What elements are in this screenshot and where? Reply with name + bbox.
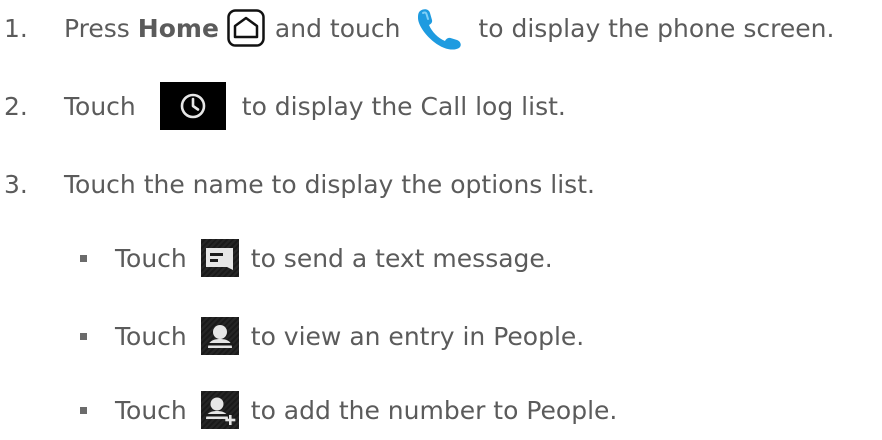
text-message-icon [200, 239, 239, 277]
option-text: Touch [115, 243, 187, 273]
option-text: to add the number to People. [250, 395, 618, 425]
phone-icon [414, 6, 464, 50]
option-send-message: Touch to send a text message. [0, 234, 553, 282]
step-number: 2. [4, 91, 28, 121]
option-view-people: Touch to view an entry in People. [0, 312, 584, 360]
bullet [80, 406, 87, 414]
home-key-icon [227, 9, 265, 47]
step-text: to display the phone screen. [478, 13, 835, 43]
add-person-icon [200, 391, 239, 429]
step-2: 2. Touch to display the Call log list. [0, 82, 566, 130]
step-text: to display the Call log list. [241, 91, 566, 121]
home-label: Home [137, 13, 219, 43]
option-text: to send a text message. [250, 243, 553, 273]
step-1: 1. Press Home and touch to display the p… [0, 4, 834, 52]
option-add-people: Touch to add the number to People. [0, 386, 617, 434]
step-text: Touch the name to display the options li… [64, 169, 595, 199]
step-text: Press [64, 13, 130, 43]
bullet [80, 254, 87, 262]
step-text: Touch [64, 91, 136, 121]
option-text: Touch [115, 321, 187, 351]
call-log-clock-icon [159, 82, 226, 130]
bullet [80, 332, 87, 340]
step-number: 1. [4, 13, 28, 43]
option-text: Touch [115, 395, 187, 425]
person-icon [200, 317, 239, 355]
step-text: and touch [274, 13, 401, 43]
step-3: 3. Touch the name to display the options… [0, 160, 595, 208]
option-text: to view an entry in People. [250, 321, 585, 351]
step-number: 3. [4, 169, 28, 199]
